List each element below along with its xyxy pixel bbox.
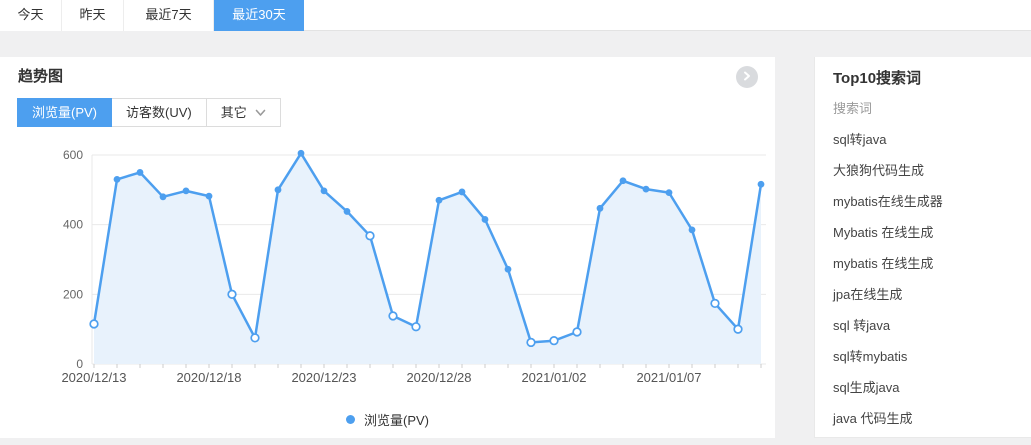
- tab-yesterday[interactable]: 昨天: [62, 0, 124, 31]
- list-item: sql生成java: [815, 372, 1031, 403]
- list-item: sql转mybatis: [815, 341, 1031, 372]
- trend-panel: 趋势图 浏览量(PV) 访客数(UV) 其它 0 200 400 600 2020/12…: [0, 57, 775, 438]
- list-item: Mybatis 在线生成: [815, 217, 1031, 248]
- metric-switcher: 浏览量(PV) 访客数(UV) 其它: [17, 98, 281, 127]
- trend-chart[interactable]: 0 200 400 600 2020/12/13 2020/12/18 2020/12/23…: [0, 140, 775, 395]
- svg-text:2020/12/23: 2020/12/23: [291, 370, 356, 385]
- list-item: sql转java: [815, 124, 1031, 155]
- svg-text:600: 600: [63, 148, 83, 162]
- svg-text:2021/01/02: 2021/01/02: [521, 370, 586, 385]
- list-item: mybatis在线生成器: [815, 186, 1031, 217]
- metric-tab-pv[interactable]: 浏览量(PV): [17, 98, 112, 127]
- list-item: 大狼狗代码生成: [815, 155, 1031, 186]
- search-list-column-header: 搜索词: [815, 93, 1031, 124]
- legend-label: 浏览量(PV): [364, 410, 429, 429]
- svg-text:2020/12/13: 2020/12/13: [61, 370, 126, 385]
- metric-tab-uv[interactable]: 访客数(UV): [111, 98, 207, 127]
- tab-last30days[interactable]: 最近30天: [214, 0, 304, 31]
- top-searches-title: Top10搜索词: [833, 67, 921, 88]
- trend-chart-svg: 0 200 400 600 2020/12/13 2020/12/18 2020/12/23…: [0, 140, 775, 395]
- svg-text:200: 200: [63, 287, 83, 301]
- collapse-panel-button[interactable]: [736, 66, 758, 88]
- list-item: sql 转java: [815, 310, 1031, 341]
- svg-text:2020/12/18: 2020/12/18: [176, 370, 241, 385]
- svg-text:2021/01/07: 2021/01/07: [636, 370, 701, 385]
- metric-dropdown-label: 其它: [221, 99, 247, 126]
- svg-text:400: 400: [63, 218, 83, 232]
- list-item: mybatis 在线生成: [815, 248, 1031, 279]
- legend-dot-icon: [346, 415, 355, 424]
- list-item: jpa在线生成: [815, 279, 1031, 310]
- top-searches-list: 搜索词 sql转java 大狼狗代码生成 mybatis在线生成器 Mybati…: [815, 93, 1031, 434]
- list-item: java 代码生成: [815, 403, 1031, 434]
- date-range-tabbar: 今天 昨天 最近7天 最近30天: [0, 0, 1031, 31]
- svg-text:2020/12/28: 2020/12/28: [406, 370, 471, 385]
- chevron-down-icon: [255, 99, 266, 126]
- chart-legend: 浏览量(PV): [0, 408, 775, 430]
- metric-dropdown-other[interactable]: 其它: [206, 98, 281, 127]
- top-searches-panel: Top10搜索词 搜索词 sql转java 大狼狗代码生成 mybatis在线生…: [814, 57, 1031, 438]
- tab-last7days[interactable]: 最近7天: [124, 0, 214, 31]
- chevron-right-icon: [742, 68, 752, 86]
- tab-today[interactable]: 今天: [0, 0, 62, 31]
- svg-text:0: 0: [76, 357, 83, 371]
- legend-item-pv[interactable]: 浏览量(PV): [346, 410, 429, 429]
- trend-panel-title: 趋势图: [18, 65, 63, 86]
